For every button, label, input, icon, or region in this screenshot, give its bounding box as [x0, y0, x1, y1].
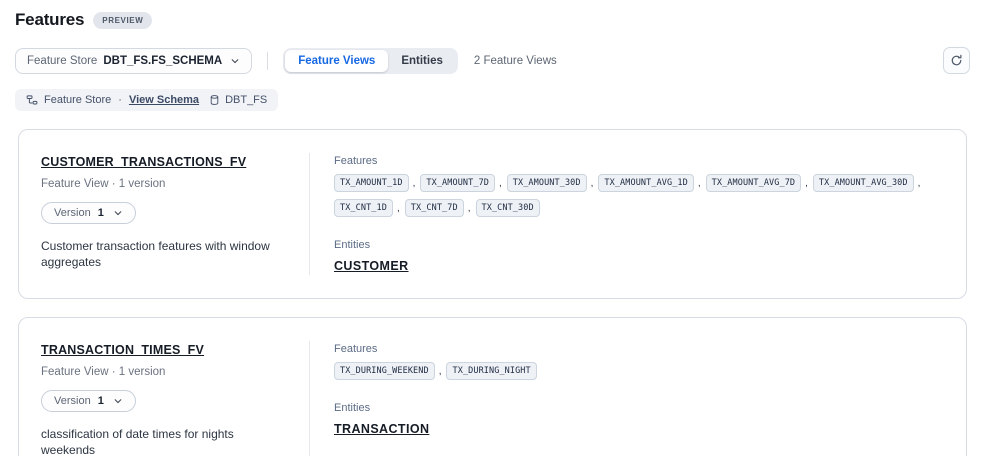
- features-label: Features: [334, 155, 946, 167]
- entities-block: Entities TRANSACTION: [334, 402, 946, 438]
- feature-chip: TX_AMOUNT_1D: [334, 174, 409, 192]
- feature-view-card-transaction-times: TRANSACTION_TIMES_FV Feature View · 1 ve…: [18, 317, 967, 456]
- version-label: Version: [54, 207, 91, 219]
- chevron-down-icon: [113, 208, 123, 218]
- preview-badge: PREVIEW: [93, 12, 152, 29]
- toolbar-divider: [267, 52, 268, 70]
- chip-separator: ,: [698, 178, 701, 189]
- chip-separator: ,: [591, 178, 594, 189]
- feature-view-card-customer-transactions: CUSTOMER_TRANSACTIONS_FV Feature View · …: [18, 129, 967, 299]
- feature-view-subtitle: Feature View · 1 version: [41, 178, 295, 190]
- feature-store-label: Feature Store: [27, 55, 97, 67]
- chip-separator: ,: [439, 366, 442, 377]
- card-summary: TRANSACTION_TIMES_FV Feature View · 1 ve…: [41, 341, 309, 456]
- version-dropdown[interactable]: Version 1: [41, 390, 136, 412]
- card-details: Features TX_DURING_WEEKEND, TX_DURING_NIG…: [309, 341, 966, 456]
- chip-separator: ,: [918, 178, 921, 189]
- chip-separator: ,: [499, 178, 502, 189]
- chevron-down-icon: [230, 56, 240, 66]
- entities-label: Entities: [334, 239, 946, 251]
- feature-chip: TX_AMOUNT_30D: [507, 174, 587, 192]
- version-value: 1: [98, 207, 104, 219]
- card-summary: CUSTOMER_TRANSACTIONS_FV Feature View · …: [41, 153, 309, 275]
- view-tabs: Feature Views Entities: [283, 48, 458, 74]
- version-value: 1: [98, 395, 104, 407]
- toolbar: Feature Store DBT_FS.FS_SCHEMA Feature V…: [0, 47, 985, 74]
- feature-store-select[interactable]: Feature Store DBT_FS.FS_SCHEMA: [15, 48, 252, 74]
- feature-chip-list: TX_DURING_WEEKEND, TX_DURING_NIGHT: [334, 362, 946, 380]
- feature-chip: TX_AMOUNT_AVG_30D: [813, 174, 914, 192]
- feature-chip: TX_AMOUNT_AVG_1D: [598, 174, 693, 192]
- chip-separator: ,: [805, 178, 808, 189]
- features-label: Features: [334, 343, 946, 355]
- tab-feature-views[interactable]: Feature Views: [285, 50, 388, 72]
- refresh-button[interactable]: [943, 47, 970, 74]
- feature-view-subtitle: Feature View · 1 version: [41, 366, 295, 378]
- feature-chip: TX_CNT_30D: [476, 199, 540, 217]
- feature-view-title-link[interactable]: TRANSACTION_TIMES_FV: [41, 343, 204, 357]
- chevron-down-icon: [113, 396, 123, 406]
- database-icon: [209, 94, 220, 106]
- breadcrumb-row: Feature Store · View Schema DBT_FS: [15, 89, 970, 111]
- feature-store-value: DBT_FS.FS_SCHEMA: [103, 55, 222, 67]
- tab-entities[interactable]: Entities: [388, 50, 456, 72]
- feature-chip: TX_AMOUNT_AVG_7D: [706, 174, 801, 192]
- feature-view-description: classification of date times for nights …: [41, 426, 291, 456]
- feature-chip-list: TX_AMOUNT_1D, TX_AMOUNT_7D, TX_AMOUNT_30D,…: [334, 174, 946, 217]
- breadcrumb: Feature Store · View Schema DBT_FS: [15, 89, 278, 111]
- page-header: Features PREVIEW: [0, 0, 985, 30]
- entities-label: Entities: [334, 402, 946, 414]
- breadcrumb-separator: ·: [118, 94, 122, 106]
- view-schema-link[interactable]: View Schema: [129, 94, 199, 106]
- version-label: Version: [54, 395, 91, 407]
- feature-chip: TX_CNT_1D: [334, 199, 393, 217]
- version-dropdown[interactable]: Version 1: [41, 202, 136, 224]
- feature-chip: TX_AMOUNT_7D: [420, 174, 495, 192]
- refresh-icon: [950, 54, 963, 67]
- card-details: Features TX_AMOUNT_1D,TX_AMOUNT_7D,TX_AM…: [309, 153, 966, 275]
- schema-icon: [26, 94, 38, 106]
- entities-block: Entities CUSTOMER: [334, 239, 946, 275]
- feature-chip: TX_CNT_7D: [405, 199, 464, 217]
- feature-views-count: 2 Feature Views: [474, 55, 557, 67]
- page-title: Features: [15, 10, 84, 30]
- feature-view-description: Customer transaction features with windo…: [41, 238, 291, 270]
- entity-link[interactable]: TRANSACTION: [334, 422, 429, 436]
- breadcrumb-prefix: Feature Store: [44, 94, 111, 106]
- feature-chip: TX_DURING_NIGHT: [446, 362, 536, 380]
- chip-separator: ,: [413, 178, 416, 189]
- entity-link[interactable]: CUSTOMER: [334, 259, 409, 273]
- chip-separator: ,: [468, 203, 471, 214]
- database-name: DBT_FS: [225, 94, 267, 106]
- breadcrumb-database: DBT_FS: [209, 94, 267, 106]
- chip-separator: ,: [397, 203, 400, 214]
- feature-chip: TX_DURING_WEEKEND: [334, 362, 435, 380]
- feature-view-title-link[interactable]: CUSTOMER_TRANSACTIONS_FV: [41, 155, 246, 169]
